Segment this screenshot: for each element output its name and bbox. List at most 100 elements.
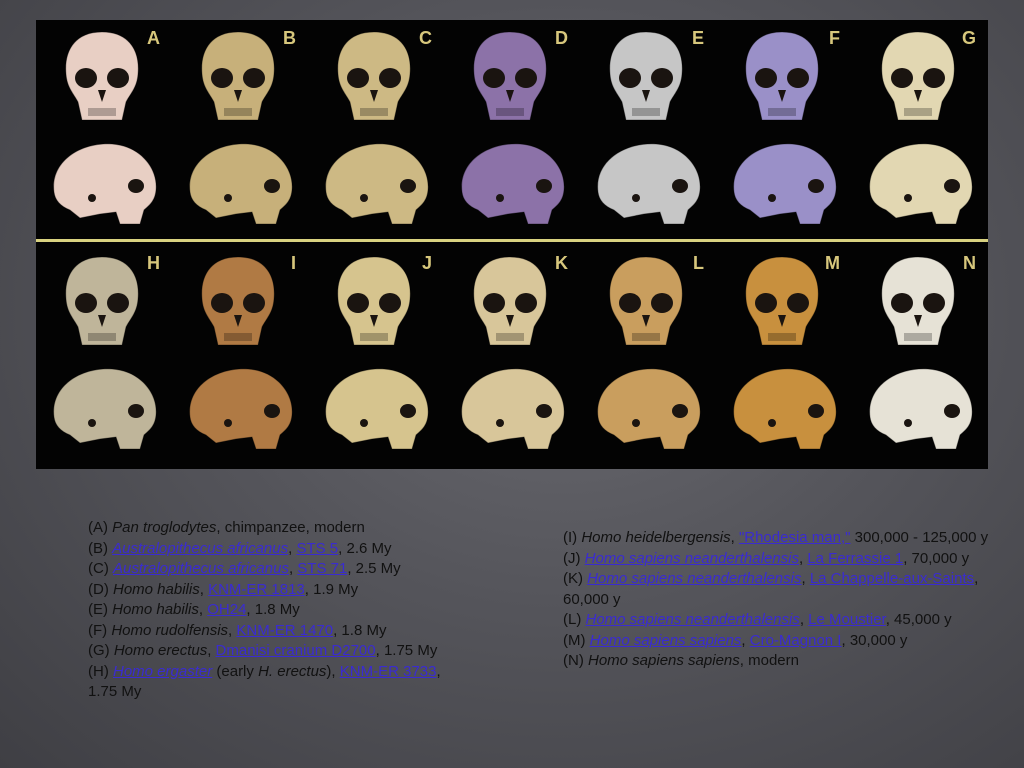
species-link-text: Homo sapiens neanderthalensis (587, 570, 802, 587)
caption-line: (N) Homo sapiens sapiens, modern (563, 651, 1003, 672)
caption-line: (D) Homo habilis, KNM-ER 1813, 1.9 My (88, 580, 468, 601)
panel-letter-e: E (691, 28, 704, 48)
caption-line: (J) Homo sapiens neanderthalensis, La Fe… (563, 549, 1003, 570)
caption-date: , 1.75 My (375, 642, 438, 659)
skull-panel-m: M (716, 245, 852, 469)
species-name: Homo rudolfensis (111, 621, 229, 639)
species-link[interactable]: Homo sapiens neanderthalensis (587, 570, 801, 587)
caption-date: , 2.5 My (347, 560, 401, 577)
specimen-link[interactable]: La Chappelle-aux-Saints (810, 570, 974, 587)
skull-front-view-b (201, 31, 275, 121)
skull-panel-a: A (36, 20, 172, 244)
caption-line: (F) Homo rudolfensis, KNM-ER 1470, 1.8 M… (88, 621, 468, 642)
species-name: Homo sapiens sapiens (588, 652, 740, 669)
species-name: Homo habilis (112, 601, 199, 618)
species-link[interactable]: Homo sapiens neanderthalensis (585, 550, 799, 567)
skull-side-view-j (325, 368, 429, 450)
caption-right-column: (I) Homo heidelbergensis, "Rhodesia man,… (563, 528, 1003, 672)
skull-side-view-b (189, 143, 293, 225)
skull-front-view-m (745, 256, 819, 346)
species-name: Pan troglodytes (112, 519, 217, 536)
skull-front-view-i (201, 256, 275, 346)
caption-date: , 70,000 y (903, 549, 970, 567)
caption-separator: , (199, 580, 209, 598)
specimen-link[interactable]: Le Moustier (808, 611, 886, 628)
species-link-text: Homo ergaster (113, 662, 213, 680)
species-link[interactable]: Homo ergaster (113, 663, 212, 680)
skull-front-view-d (473, 31, 547, 121)
caption-separator: , (801, 570, 810, 587)
skull-panel-f: F (716, 20, 852, 244)
caption-left-column: (A) Pan troglodytes, chimpanzee, modern(… (88, 518, 468, 703)
caption-label: (B) (88, 539, 113, 557)
skull-comparison-photo: A B C D E F G H I J K L M N (36, 20, 988, 469)
skull-front-view-l (609, 256, 683, 346)
skull-side-view-a (53, 143, 157, 225)
panel-letter-m: M (825, 253, 840, 273)
specimen-link[interactable]: OH24 (207, 601, 246, 618)
skull-side-view-e (597, 143, 701, 225)
specimen-link[interactable]: La Ferrassie 1 (807, 550, 903, 567)
species-link[interactable]: Australopithecus africanus (112, 540, 288, 557)
species-link-text: Australopithecus africanus (113, 560, 289, 577)
skull-front-view-e (609, 31, 683, 121)
panel-letter-g: G (961, 28, 976, 48)
caption-line: (L) Homo sapiens neanderthalensis, Le Mo… (563, 610, 1003, 631)
skull-front-view-c (337, 31, 411, 121)
species-link-text: Homo sapiens sapiens (589, 631, 742, 649)
specimen-link[interactable]: "Rhodesia man," (739, 529, 851, 546)
panel-letter-l: L (693, 253, 704, 273)
caption-date: , 30,000 y (841, 631, 908, 649)
caption-label: (G) (88, 642, 114, 659)
skull-panel-b: B (172, 20, 308, 244)
caption-date: 300,000 - 125,000 y (850, 529, 989, 546)
species-link[interactable]: Homo sapiens neanderthalensis (586, 611, 800, 628)
specimen-link[interactable]: STS 5 (296, 540, 338, 557)
specimen-link[interactable]: KNM-ER 3733 (340, 663, 437, 680)
panel-letter-c: C (419, 28, 432, 48)
panel-letter-h: H (147, 253, 160, 273)
skull-side-view-m (733, 368, 837, 450)
species-link[interactable]: Homo sapiens sapiens (590, 632, 742, 649)
species-link[interactable]: Australopithecus africanus (113, 560, 289, 577)
species-link-text: Homo sapiens neanderthalensis (585, 611, 800, 628)
skull-front-view-j (337, 256, 411, 346)
caption-date: , modern (739, 652, 799, 669)
skull-panel-e: E (580, 20, 716, 244)
species-link-text: Homo sapiens neanderthalensis (584, 549, 799, 567)
caption-date: , 1.8 My (333, 621, 387, 639)
specimen-link[interactable]: STS 71 (297, 560, 347, 577)
skull-front-view-a (65, 31, 139, 121)
caption-label: (C) (88, 560, 113, 577)
caption-text: ), (326, 662, 340, 680)
caption-line: (G) Homo erectus, Dmanisi cranium D2700,… (88, 641, 468, 662)
panel-letter-a: A (147, 28, 160, 48)
species-name: Homo habilis (113, 580, 200, 598)
specimen-link[interactable]: Dmanisi cranium D2700 (216, 642, 376, 659)
caption-label: (K) (563, 570, 588, 587)
skull-side-view-g (869, 143, 973, 225)
specimen-link[interactable]: Cro-Magnon I (750, 632, 842, 649)
caption-date: , 45,000 y (885, 611, 952, 628)
caption-label: (M) (563, 631, 590, 649)
caption-label: (N) (563, 652, 588, 669)
caption-line: (I) Homo heidelbergensis, "Rhodesia man,… (563, 528, 1003, 549)
caption-italic-text: H. erectus (258, 662, 327, 680)
caption-label: (I) (563, 529, 582, 546)
caption-separator: , (741, 631, 750, 649)
caption-line: (B) Australopithecus africanus, STS 5, 2… (88, 539, 468, 560)
skull-panel-j: J (308, 245, 444, 469)
caption-line: (E) Homo habilis, OH24, 1.8 My (88, 600, 468, 621)
skull-side-view-f (733, 143, 837, 225)
specimen-link[interactable]: KNM-ER 1470 (236, 622, 333, 639)
panel-letter-f: F (829, 28, 840, 48)
caption-label: (J) (563, 549, 585, 567)
specimen-link[interactable]: KNM-ER 1813 (208, 581, 305, 598)
skull-panel-g: G (852, 20, 988, 244)
caption-date: , chimpanzee, modern (216, 519, 365, 536)
panel-letter-k: K (555, 253, 568, 273)
skull-side-view-d (461, 143, 565, 225)
skull-side-view-i (189, 368, 293, 450)
caption-separator: , (799, 611, 809, 628)
caption-date: , 1.9 My (304, 580, 359, 598)
